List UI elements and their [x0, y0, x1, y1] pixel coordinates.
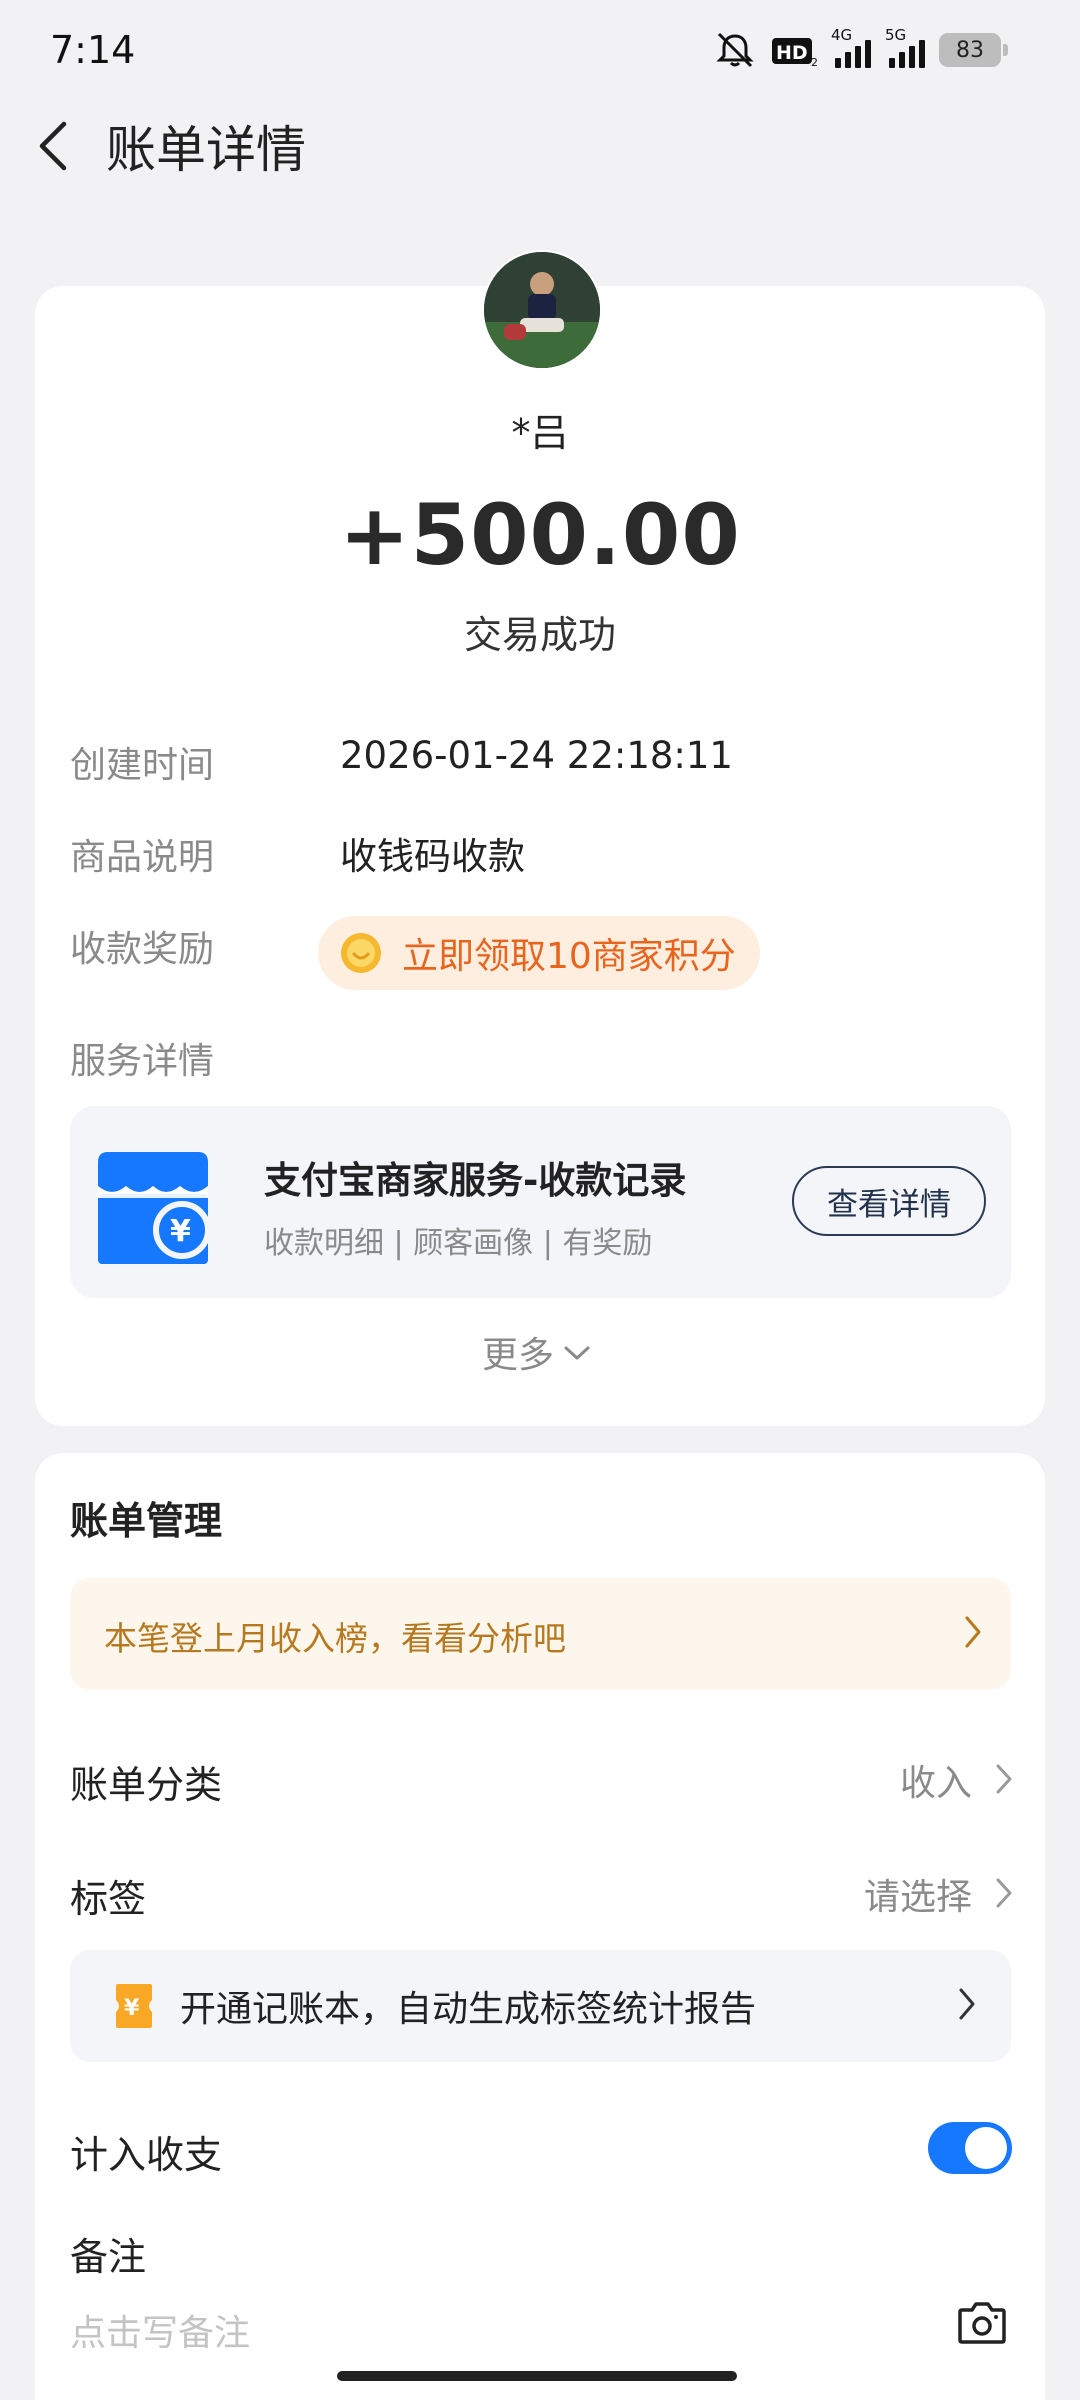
status-time: 7:14	[50, 28, 136, 72]
claim-reward-button[interactable]: 立即领取10商家积分	[318, 916, 760, 990]
payer-name: *吕	[511, 411, 569, 455]
reward-text: 立即领取10商家积分	[402, 936, 736, 977]
transaction-amount: +500.00	[339, 486, 741, 584]
tag-value: 请选择	[863, 1877, 972, 1918]
view-details-button[interactable]: 查看详情	[792, 1166, 986, 1236]
created-time-label: 创建时间	[70, 745, 215, 786]
section-title: 账单管理	[70, 1499, 223, 1543]
category-label: 账单分类	[70, 1763, 223, 1807]
status-bar: 7:14 HD 2 4G 5G 83	[0, 0, 1080, 100]
signal-5g-icon: 5G	[885, 26, 925, 68]
chevron-right-icon	[959, 1988, 975, 2020]
svg-text:¥: ¥	[170, 1214, 191, 1249]
product-desc-label: 商品说明	[70, 837, 215, 878]
svg-text:2: 2	[811, 56, 817, 68]
hd-icon: HD 2	[771, 32, 817, 68]
product-desc-value: 收钱码收款	[340, 835, 525, 878]
page-title: 账单详情	[106, 121, 306, 179]
back-button[interactable]	[30, 118, 80, 174]
coin-icon	[341, 933, 381, 973]
income-rank-banner[interactable]: 本笔登上月收入榜，看看分析吧	[70, 1578, 1011, 1690]
chevron-right-icon	[996, 1764, 1012, 1794]
camera-icon[interactable]	[956, 2298, 1008, 2346]
rank-banner-text: 本笔登上月收入榜，看看分析吧	[104, 1619, 566, 1658]
ledger-banner-text: 开通记账本，自动生成标签统计报告	[180, 1989, 757, 2030]
tag-label: 标签	[70, 1877, 147, 1921]
battery-icon: 83	[939, 33, 1008, 67]
category-value: 收入	[899, 1763, 972, 1804]
chevron-down-icon	[564, 1346, 590, 1360]
signal-4g-icon: 4G	[831, 26, 871, 68]
status-icons: HD 2 4G 5G 83	[713, 26, 1008, 70]
home-indicator[interactable]	[337, 2371, 737, 2381]
ticket-icon: ¥	[116, 1984, 152, 2028]
mute-icon	[713, 30, 757, 70]
svg-text:¥: ¥	[124, 1996, 140, 2021]
shop-icon: ¥	[98, 1152, 211, 1264]
chevron-right-icon	[996, 1878, 1012, 1908]
avatar[interactable]	[482, 250, 602, 370]
merchant-service-card[interactable]: ¥ 支付宝商家服务-收款记录 收款明细 | 顾客画像 | 有奖励 查看详情	[70, 1106, 1011, 1298]
service-detail-label: 服务详情	[70, 1041, 215, 1082]
svg-text:HD: HD	[776, 42, 808, 64]
reward-label: 收款奖励	[70, 929, 215, 970]
chevron-left-icon	[39, 121, 67, 171]
transaction-status: 交易成功	[463, 613, 616, 657]
service-subtitle: 收款明细 | 顾客画像 | 有奖励	[264, 1226, 653, 1261]
include-stats-toggle[interactable]	[928, 2122, 1012, 2174]
toggle-knob	[965, 2127, 1007, 2169]
battery-level: 83	[939, 33, 1001, 67]
note-label: 备注	[70, 2235, 147, 2279]
more-label: 更多	[482, 1335, 555, 1376]
chevron-right-icon	[965, 1616, 981, 1648]
more-toggle[interactable]: 更多	[482, 1326, 592, 1378]
note-input[interactable]: 点击写备注	[70, 2304, 250, 2356]
open-ledger-banner[interactable]: ¥ 开通记账本，自动生成标签统计报告	[70, 1950, 1011, 2062]
include-stats-label: 计入收支	[70, 2133, 223, 2177]
service-title: 支付宝商家服务-收款记录	[264, 1159, 687, 1202]
created-time-value: 2026-01-24 22:18:11	[340, 734, 733, 777]
